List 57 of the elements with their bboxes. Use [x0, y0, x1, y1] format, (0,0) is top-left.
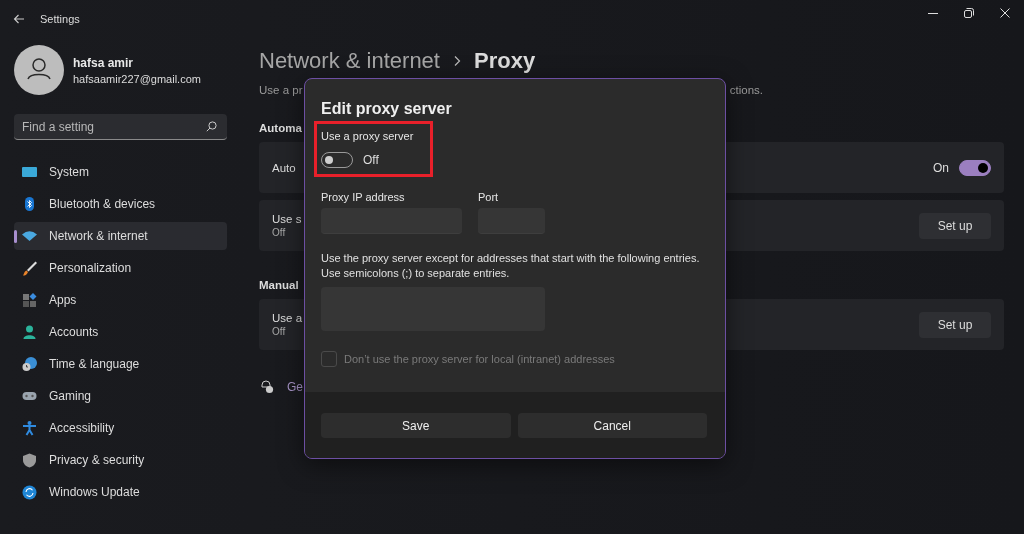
search-icon: [206, 121, 217, 132]
description-text: ctions.: [729, 84, 763, 96]
toggle-label: Use a proxy server: [321, 130, 415, 142]
account-name: hafsa amir: [73, 55, 135, 70]
card-subtitle: Off: [272, 326, 287, 337]
nav-item[interactable]: Privacy & security: [14, 446, 227, 474]
card-title: Auto: [272, 161, 296, 174]
instruction-text: Use the proxy server except for addresses that start with the following entries. Use semicolons (;) to separate entries.: [321, 251, 701, 281]
account-email: hafsaamir227@gmail.com: [73, 72, 201, 85]
chevron-icon: [452, 55, 461, 67]
restore-icon[interactable]: [964, 8, 974, 18]
back-icon[interactable]: [13, 14, 25, 24]
help-chat-icon: [260, 380, 274, 394]
dialog-button[interactable]: Cancel: [517, 413, 707, 438]
system-icon: [22, 164, 37, 180]
dialog-title: Edit proxy server: [321, 100, 453, 118]
shield-icon: [22, 452, 37, 468]
close-icon[interactable]: [1000, 8, 1010, 18]
update-icon: [22, 484, 37, 500]
window-title: Settings: [40, 13, 80, 25]
globe-clock-icon: [22, 356, 37, 372]
checkbox-label: Don’t use the proxy server for local (intranet) addresses: [344, 353, 615, 365]
accessibility-icon: [22, 420, 37, 436]
toggle-switch[interactable]: [959, 159, 991, 176]
field-label: Proxy IP address: [321, 191, 406, 203]
nav-item[interactable]: Bluetooth & devices: [14, 190, 227, 218]
dialog-button[interactable]: Save: [321, 413, 511, 438]
toggle-state-label: Off: [363, 153, 379, 167]
card-title: Use s: [272, 213, 302, 225]
description-text: Use a pr: [259, 84, 303, 96]
nav-item[interactable]: Personalization: [14, 254, 227, 282]
page-title: Proxy: [473, 48, 536, 74]
card-subtitle: Off: [272, 227, 287, 238]
nav-item[interactable]: Windows Update: [14, 478, 227, 506]
setup-button[interactable]: Set up: [919, 212, 991, 239]
avatar-icon: [14, 45, 64, 95]
nav-item[interactable]: Accounts: [14, 318, 227, 346]
nav-item[interactable]: Time & language: [14, 350, 227, 378]
field-label: Port: [478, 191, 500, 203]
nav-item[interactable]: Accessibility: [14, 414, 227, 442]
section-heading: Manual: [259, 279, 300, 291]
nav-item[interactable]: Apps: [14, 286, 227, 314]
person-icon: [22, 324, 37, 340]
breadcrumb-link[interactable]: Network & internet: [259, 48, 440, 74]
card-title: Use a: [272, 312, 303, 324]
section-heading: Automa: [259, 122, 303, 134]
setup-button[interactable]: Set up: [919, 311, 991, 338]
search-field[interactable]: Find a setting: [14, 114, 227, 140]
nav-item[interactable]: Network & internet: [14, 222, 227, 250]
nav-item[interactable]: Gaming: [14, 382, 227, 410]
wifi-icon: [22, 228, 37, 244]
help-link[interactable]: Ge: [287, 380, 303, 394]
brush-icon: [22, 260, 37, 276]
toggle-state-label: On: [933, 160, 949, 175]
apps-icon: [22, 292, 37, 308]
nav-item[interactable]: System: [14, 158, 227, 186]
bluetooth-icon: [22, 196, 37, 212]
